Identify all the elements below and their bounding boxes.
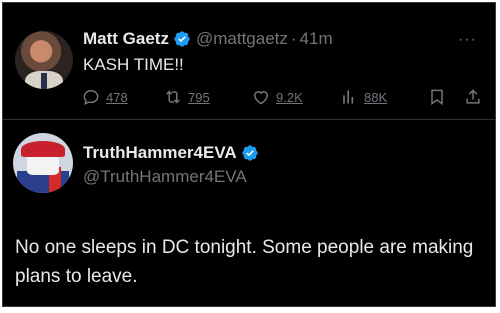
reply-icon	[83, 89, 99, 106]
avatar-hat	[21, 141, 65, 157]
like-icon	[253, 91, 269, 105]
reply-count: 478	[106, 89, 128, 105]
views-button[interactable]: 88K	[339, 87, 387, 107]
share-icon	[466, 89, 480, 104]
reply-button[interactable]: 478	[81, 87, 128, 107]
repost-count: 795	[188, 89, 210, 105]
verified-badge-icon	[242, 145, 258, 161]
tweet-text: No one sleeps in DC tonight. Some people…	[15, 237, 474, 287]
views-icon	[343, 90, 354, 104]
share-button[interactable]	[463, 87, 488, 107]
screenshot-frame: Matt Gaetz @mattgaetz · 41m ··· KASH TIM…	[2, 2, 496, 307]
tweet-text: KASH TIME!!	[83, 55, 184, 74]
author-name[interactable]: TruthHammer4EVA	[83, 143, 237, 163]
views-count: 88K	[364, 89, 388, 105]
separator-dot: ·	[290, 29, 297, 48]
avatar-tie	[41, 73, 47, 89]
tweet-header: TruthHammer4EVA	[83, 143, 264, 163]
like-count: 9.2K	[276, 89, 303, 105]
avatar[interactable]	[15, 31, 73, 89]
author-handle[interactable]: @TruthHammer4EVA	[83, 167, 247, 187]
repost-icon	[166, 90, 180, 104]
author-handle[interactable]: @mattgaetz	[196, 29, 288, 49]
tweet-header: Matt Gaetz @mattgaetz · 41m	[83, 29, 333, 49]
timestamp[interactable]: 41m	[300, 29, 333, 49]
bookmark-button[interactable]	[427, 87, 452, 107]
author-name[interactable]: Matt Gaetz	[83, 29, 169, 49]
more-icon[interactable]: ···	[458, 31, 477, 49]
verified-badge-icon	[174, 31, 190, 47]
action-bar: 478 795 9.2K 88K	[81, 87, 481, 113]
avatar-face	[27, 155, 59, 175]
like-button[interactable]: 9.2K	[251, 87, 303, 107]
bookmark-icon	[431, 89, 443, 106]
repost-button[interactable]: 795	[163, 87, 210, 107]
avatar[interactable]	[13, 133, 73, 193]
divider	[3, 119, 495, 120]
